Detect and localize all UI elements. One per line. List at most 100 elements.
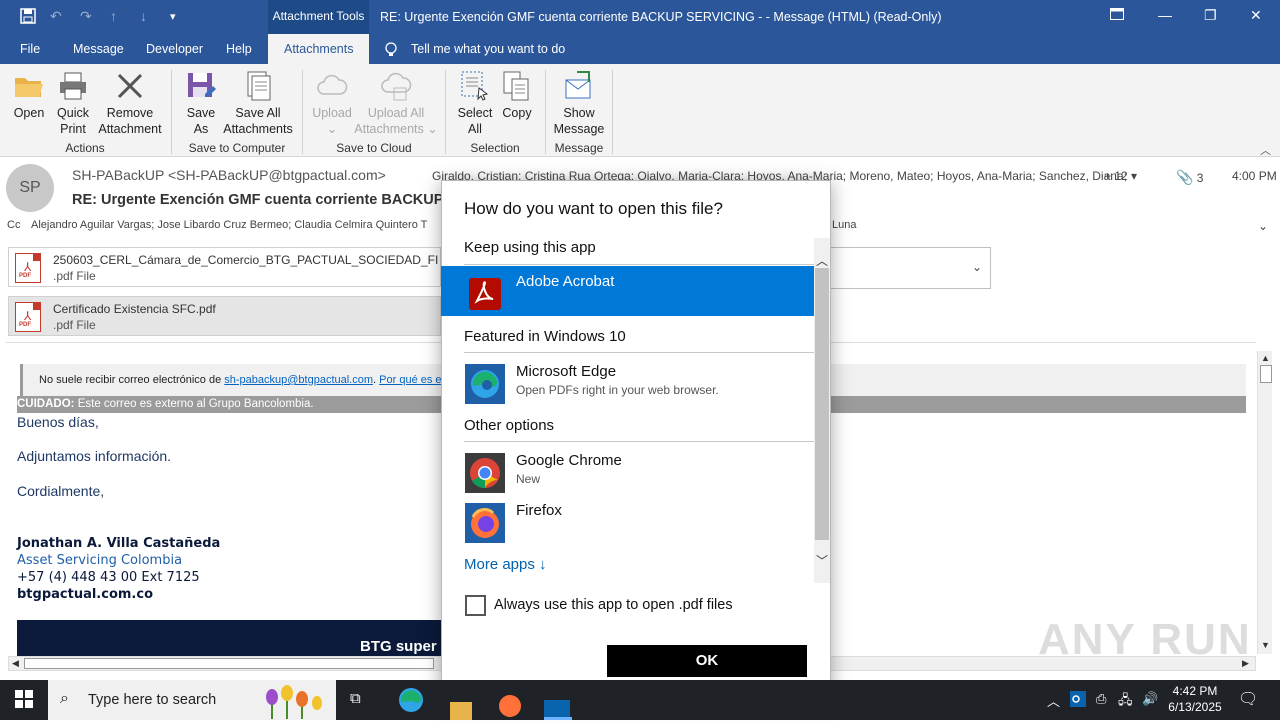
attachment-name: 250603_CERL_Cámara_de_Comercio_BTG_PACTU…: [53, 253, 439, 267]
notice-why-link[interactable]: Por qué es e: [379, 374, 441, 386]
group-save-to-computer: Save to Computer: [188, 141, 286, 155]
group-actions: Actions: [65, 141, 105, 155]
divider: [464, 264, 814, 265]
open-label: Open: [13, 106, 45, 120]
show-message-button[interactable]: Show Message: [553, 70, 605, 137]
app-option-firefox[interactable]: Firefox: [441, 495, 814, 545]
save-as-button[interactable]: Save As: [185, 70, 217, 137]
upload-all-attachments-button[interactable]: Upload All Attachments ⌄: [354, 70, 438, 137]
always-use-label[interactable]: Always use this app to open .pdf files: [494, 597, 733, 613]
copy-button[interactable]: Copy: [500, 70, 534, 121]
scroll-thumb[interactable]: [1260, 365, 1272, 383]
dialog-scroll-thumb[interactable]: [815, 268, 829, 540]
sender[interactable]: SH-PABackUP <SH-PABackUP@btgpactual.com>: [72, 167, 386, 183]
tab-file[interactable]: File: [20, 42, 40, 56]
select-all-label-1: Select: [457, 106, 493, 120]
ribbon-display-icon[interactable]: [1110, 7, 1124, 23]
scroll-down-icon[interactable]: ▼: [1261, 640, 1270, 650]
vertical-scrollbar[interactable]: ▲ ▼: [1257, 351, 1272, 654]
remove-attachment-button[interactable]: Remove Attachment: [97, 70, 163, 137]
tell-me-search[interactable]: Tell me what you want to do: [411, 42, 565, 56]
cc-recipients-tail[interactable]: Luna: [832, 219, 856, 231]
cloud-upload-icon: [317, 74, 348, 95]
task-view-icon[interactable]: ⧉: [350, 690, 361, 707]
more-recipients-button[interactable]: + 12 ▾: [1104, 169, 1137, 183]
tab-developer[interactable]: Developer: [146, 42, 203, 56]
maximize-button[interactable]: ❐: [1204, 7, 1217, 24]
closing: Cordialmente,: [17, 483, 105, 499]
redo-icon[interactable]: ↷: [80, 8, 92, 25]
banner-text: BTG super: [360, 638, 437, 655]
firefox-taskbar-icon[interactable]: [498, 694, 522, 721]
quick-print-button[interactable]: Quick Print: [54, 70, 92, 137]
expand-header-icon[interactable]: ⌄: [1258, 219, 1268, 233]
greeting: Buenos días,: [17, 414, 99, 430]
attachment-item[interactable]: ⅄ PDF 250603_CERL_Cámara_de_Comercio_BTG_…: [8, 247, 441, 287]
app-option-google-chrome[interactable]: Google Chrome New: [441, 445, 814, 495]
notifications-icon[interactable]: 🗨: [1238, 689, 1258, 709]
chevron-down-icon: ▾: [1131, 169, 1138, 183]
scroll-thumb[interactable]: [24, 658, 434, 669]
upload-button[interactable]: Upload ⌄: [310, 70, 354, 137]
scroll-down-icon[interactable]: ﹀: [816, 552, 828, 569]
scroll-up-icon[interactable]: ▲: [1261, 353, 1270, 363]
ok-button[interactable]: OK: [607, 645, 807, 677]
undo-icon[interactable]: ↶: [50, 8, 62, 25]
save-as-label-2: As: [193, 122, 209, 136]
taskbar-search-placeholder[interactable]: Type here to search: [88, 692, 216, 708]
tulip-decoration-icon: [262, 683, 332, 722]
arrow-down-icon[interactable]: ↓: [140, 8, 147, 24]
window-title: RE: Urgente Exención GMF cuenta corrient…: [380, 10, 942, 24]
remove-label-2: Attachment: [98, 122, 162, 136]
attachment-count-value: 3: [1196, 171, 1204, 185]
attachment-name: Certificado Existencia SFC.pdf: [53, 302, 216, 316]
close-button[interactable]: ✕: [1250, 7, 1262, 24]
tab-message[interactable]: Message: [73, 42, 124, 56]
avatar: SP: [6, 164, 54, 212]
show-message-label-1: Show: [563, 106, 595, 120]
show-hidden-icons[interactable]: ︿: [1047, 691, 1060, 710]
microsoft-edge-icon: [465, 364, 505, 404]
clock-date: 6/13/2025: [1168, 700, 1222, 714]
collapse-ribbon-icon[interactable]: ︿: [1260, 142, 1271, 158]
tab-help[interactable]: Help: [226, 42, 252, 56]
tab-attachments[interactable]: Attachments: [268, 34, 370, 64]
caution-text: Este correo es externo al Grupo Bancolom…: [77, 398, 314, 410]
save-icon[interactable]: [20, 8, 36, 27]
attachment-dropdown[interactable]: ⌄: [830, 247, 991, 289]
select-all-button[interactable]: Select All: [456, 70, 494, 137]
file-explorer-taskbar-icon[interactable]: [450, 698, 472, 723]
scroll-up-icon[interactable]: ︿: [816, 252, 828, 269]
save-as-icon: [188, 73, 216, 97]
signature-website[interactable]: btgpactual.com.co: [17, 587, 153, 602]
quick-print-label-1: Quick: [57, 106, 89, 120]
pdf-file-icon: ⅄ PDF: [15, 302, 41, 332]
app-option-adobe-acrobat[interactable]: Adobe Acrobat: [441, 266, 814, 316]
more-apps-link[interactable]: More apps ↓: [464, 556, 547, 573]
attachment-item-selected[interactable]: ⅄ PDF Certificado Existencia SFC.pdf .pdf…: [8, 296, 441, 336]
outlook-tray-icon[interactable]: [1070, 691, 1086, 710]
save-all-attachments-button[interactable]: Save All Attachments: [222, 70, 294, 137]
upload-all-label-2: Attachments: [354, 122, 424, 136]
scroll-left-icon[interactable]: ◀: [12, 658, 19, 669]
notice-email-link[interactable]: sh-pabackup@btgpactual.com: [224, 374, 373, 386]
always-use-checkbox[interactable]: [465, 595, 486, 616]
customize-toolbar-icon[interactable]: ▾: [170, 10, 176, 23]
device-tray-icon[interactable]: ⎙: [1096, 691, 1106, 707]
edge-taskbar-icon[interactable]: [398, 687, 424, 716]
network-icon[interactable]: 🖧: [1118, 691, 1133, 713]
section-keep-using: Keep using this app: [464, 239, 596, 256]
open-button[interactable]: Open: [12, 70, 46, 121]
outlook-taskbar-icon[interactable]: [544, 698, 572, 723]
app-name: Adobe Acrobat: [516, 273, 615, 290]
app-option-microsoft-edge[interactable]: Microsoft Edge Open PDFs right in your w…: [441, 356, 814, 406]
taskbar-clock[interactable]: 4:42 PM 6/13/2025: [1168, 683, 1222, 715]
attachment-count: 📎 3: [1176, 169, 1203, 186]
windows-start-icon[interactable]: [15, 690, 33, 711]
divider: [464, 352, 814, 353]
attachment-type: .pdf File: [53, 269, 96, 283]
cc-recipients[interactable]: Alejandro Aguilar Vargas; Jose Libardo C…: [31, 219, 441, 231]
minimize-button[interactable]: —: [1158, 7, 1172, 23]
volume-icon[interactable]: 🔊: [1142, 691, 1158, 707]
arrow-up-icon[interactable]: ↑: [110, 8, 117, 24]
